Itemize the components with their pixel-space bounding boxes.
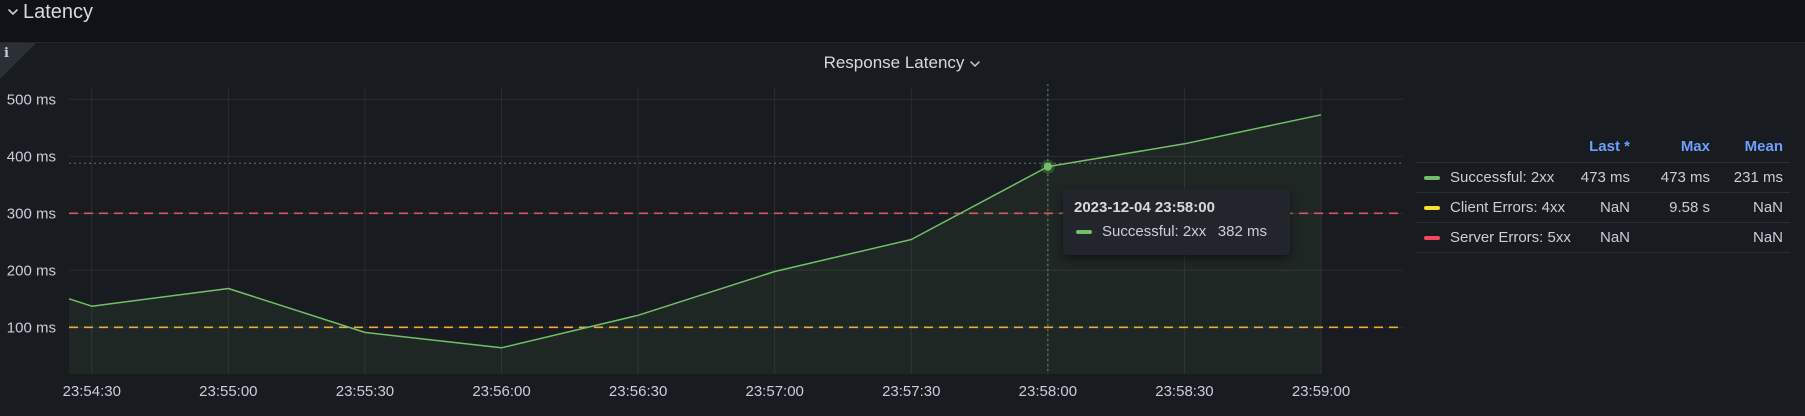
legend-last-value: 473 ms: [1581, 169, 1630, 186]
x-tick-label: 23:56:30: [609, 383, 667, 400]
row-title[interactable]: Latency: [23, 0, 93, 24]
x-tick-label: 23:59:00: [1292, 383, 1350, 400]
legend-mean-value: 231 ms: [1734, 169, 1783, 186]
legend-last-value: NaN: [1600, 199, 1630, 216]
legend-swatch: [1424, 236, 1440, 240]
legend-mean-value: NaN: [1753, 229, 1783, 246]
hover-point: [1044, 163, 1052, 171]
x-tick-label: 23:57:30: [882, 383, 940, 400]
legend-row-client-errors[interactable]: Client Errors: 4xx NaN 9.58 s NaN: [1416, 192, 1790, 222]
legend-header-mean[interactable]: Mean: [1745, 138, 1783, 155]
y-tick-label: 200 ms: [7, 262, 56, 279]
tooltip-series-name: Successful: 2xx: [1102, 223, 1206, 240]
x-tick-label: 23:55:30: [336, 383, 394, 400]
row-header: Latency: [0, 0, 1805, 40]
y-tick-label: 300 ms: [7, 205, 56, 222]
legend-series-name: Successful: 2xx: [1450, 169, 1554, 186]
tooltip-time: 2023-12-04 23:58:00: [1074, 199, 1215, 217]
x-tick-label: 23:57:00: [746, 383, 804, 400]
legend-header-row: Last * Max Mean: [1416, 138, 1790, 162]
legend-series-name: Client Errors: 4xx: [1450, 199, 1565, 216]
legend-row-successful[interactable]: Successful: 2xx 473 ms 473 ms 231 ms: [1416, 162, 1790, 192]
x-tick-label: 23:55:00: [199, 383, 257, 400]
tooltip-row: Successful: 2xx 382 ms: [1074, 223, 1279, 241]
legend-table: Last * Max Mean Successful: 2xx 473 ms 4…: [1416, 138, 1790, 253]
chevron-down-icon[interactable]: [7, 6, 19, 18]
legend-max-value: 473 ms: [1661, 169, 1710, 186]
legend-last-value: NaN: [1600, 229, 1630, 246]
chart-tooltip: 2023-12-04 23:58:00 Successful: 2xx 382 …: [1063, 189, 1290, 255]
legend-header-max[interactable]: Max: [1681, 138, 1710, 155]
legend-swatch: [1424, 206, 1440, 210]
legend-mean-value: NaN: [1753, 199, 1783, 216]
tooltip-series-swatch: [1076, 230, 1092, 234]
x-tick-label: 23:58:30: [1155, 383, 1213, 400]
y-tick-label: 500 ms: [7, 91, 56, 108]
x-tick-label: 23:58:00: [1019, 383, 1077, 400]
y-tick-label: 100 ms: [7, 319, 56, 336]
legend-header-last[interactable]: Last *: [1589, 138, 1630, 155]
legend-max-value: 9.58 s: [1669, 199, 1710, 216]
legend-series-name: Server Errors: 5xx: [1450, 229, 1571, 246]
legend-swatch: [1424, 176, 1440, 180]
legend-row-server-errors[interactable]: Server Errors: 5xx NaN NaN: [1416, 222, 1790, 253]
y-tick-label: 400 ms: [7, 148, 56, 165]
x-tick-label: 23:56:00: [472, 383, 530, 400]
tooltip-value: 382 ms: [1218, 223, 1267, 241]
latency-panel: i Response Latency 500 ms400 ms300 ms200…: [0, 42, 1805, 416]
x-tick-label: 23:54:30: [63, 383, 121, 400]
